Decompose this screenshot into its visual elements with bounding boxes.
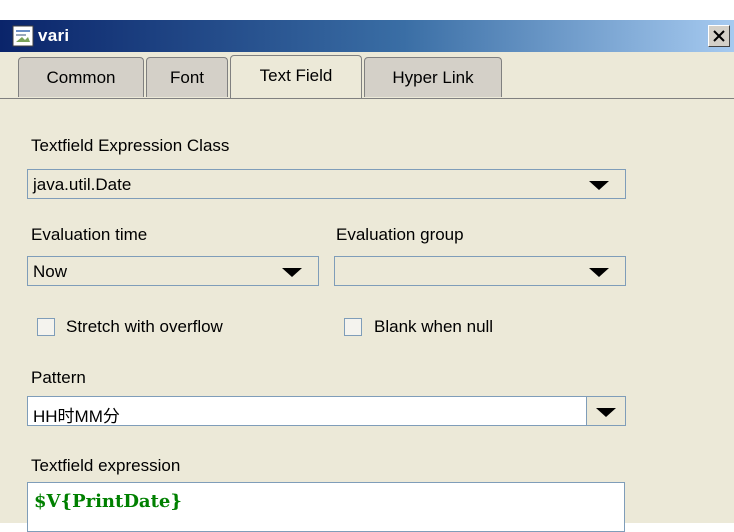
evaluation-time-value: Now	[33, 262, 68, 281]
tab-text-field-label: Text Field	[259, 66, 333, 85]
chevron-down-icon	[589, 181, 609, 190]
expression-class-dropdown[interactable]: java.util.Date	[27, 169, 626, 199]
expression-class-label: Textfield Expression Class	[31, 136, 230, 155]
pattern-dropdown-button[interactable]	[586, 397, 625, 425]
tab-text-field[interactable]: Text Field	[230, 55, 362, 99]
chevron-down-icon	[596, 408, 616, 417]
pattern-label: Pattern	[31, 368, 86, 387]
stretch-checkbox[interactable]	[37, 318, 55, 336]
properties-window: vari Common Font Text Field Hyper Link T…	[0, 0, 734, 532]
document-icon	[12, 25, 34, 47]
expression-code[interactable]: $V{PrintDate}	[34, 491, 182, 512]
stretch-label[interactable]: Stretch with overflow	[66, 317, 223, 337]
tab-hyper-link[interactable]: Hyper Link	[364, 57, 502, 97]
title-bar[interactable]: vari	[0, 20, 734, 52]
expression-class-value: java.util.Date	[33, 175, 132, 194]
blank-when-null-checkbox[interactable]	[344, 318, 362, 336]
tab-hyper-link-label: Hyper Link	[392, 68, 474, 87]
tab-font[interactable]: Font	[146, 57, 228, 97]
chevron-down-icon	[282, 268, 302, 277]
window-title: vari	[38, 26, 70, 45]
tab-common-label: Common	[46, 68, 116, 87]
evaluation-time-label: Evaluation time	[31, 225, 148, 244]
tab-font-label: Font	[169, 68, 205, 87]
close-icon	[713, 30, 725, 42]
tab-divider	[0, 98, 734, 99]
close-button[interactable]	[708, 25, 730, 47]
chevron-down-icon	[589, 268, 609, 277]
evaluation-group-dropdown[interactable]	[334, 256, 626, 286]
blank-when-null-label[interactable]: Blank when null	[374, 317, 493, 337]
tab-common[interactable]: Common	[18, 57, 144, 97]
textfield-expression-label: Textfield expression	[31, 456, 181, 475]
evaluation-group-label: Evaluation group	[336, 225, 464, 244]
pattern-combo[interactable]: HH时MM分	[27, 396, 626, 426]
evaluation-time-dropdown[interactable]: Now	[27, 256, 319, 286]
top-strip	[0, 0, 734, 20]
pattern-value[interactable]: HH时MM分	[33, 402, 120, 427]
textfield-expression-editor[interactable]: $V{PrintDate}	[27, 482, 625, 532]
